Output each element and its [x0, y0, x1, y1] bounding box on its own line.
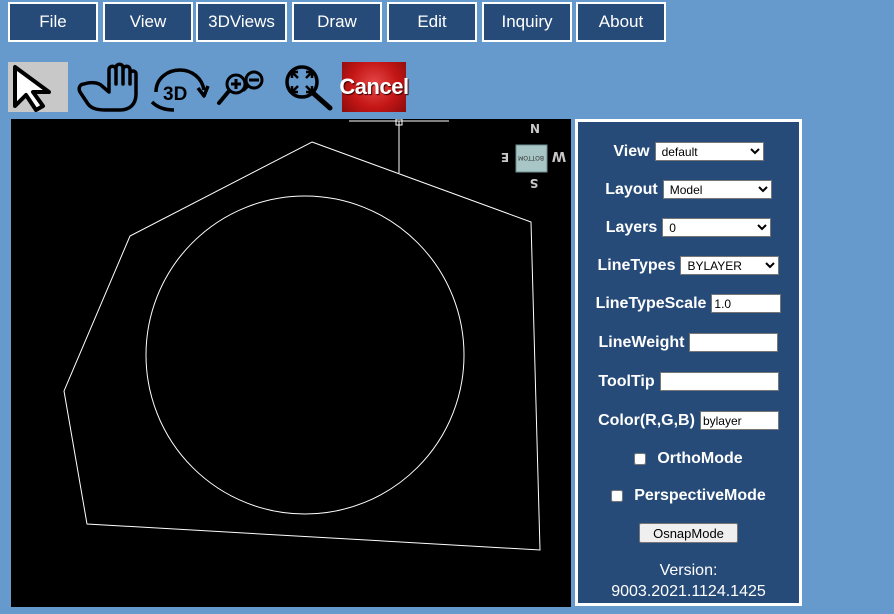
drawing-canvas[interactable]: N S E W BOTTOM: [11, 118, 571, 607]
linetypes-select[interactable]: BYLAYER: [680, 256, 780, 275]
circle-shape[interactable]: [145, 195, 465, 515]
menu-edit-button[interactable]: Edit: [387, 2, 477, 42]
viewcube-west-label: W: [552, 148, 566, 163]
viewcube-east-label: E: [501, 150, 509, 164]
layout-label: Layout: [605, 180, 658, 198]
orthomode-row: OrthoMode: [578, 450, 799, 468]
hand-icon: [77, 62, 138, 112]
select-tool-button[interactable]: [8, 62, 68, 112]
zoom-extents-icon: [285, 65, 333, 111]
linetypes-label: LineTypes: [597, 256, 676, 274]
menu-view-button[interactable]: View: [103, 2, 193, 42]
linetypescale-row: LineTypeScale: [578, 294, 799, 313]
drawing-viewport[interactable]: N S E W BOTTOM: [11, 118, 571, 607]
perspectivemode-checkbox[interactable]: [611, 490, 624, 502]
zoom-in-out-icon: [217, 70, 264, 105]
perspectivemode-row: PerspectiveMode: [578, 487, 799, 505]
perspectivemode-label: PerspectiveMode: [634, 487, 766, 504]
zoom-tool-button[interactable]: [214, 62, 272, 112]
viewcube-face-label: BOTTOM: [518, 154, 544, 161]
layers-select[interactable]: 0: [662, 218, 772, 237]
menu-file-button[interactable]: File: [8, 2, 98, 42]
color-input[interactable]: [699, 411, 779, 430]
menu-3dviews-button[interactable]: 3DViews: [196, 2, 287, 42]
layout-select[interactable]: Model: [662, 180, 772, 199]
tooltip-label: ToolTip: [598, 372, 655, 390]
layers-label: Layers: [605, 218, 658, 236]
color-label: Color(R,G,B): [598, 411, 695, 429]
layers-row: Layers 0: [578, 218, 799, 237]
menu-inquiry-button[interactable]: Inquiry: [482, 2, 572, 42]
3d-rotate-icon: 3D: [150, 68, 210, 112]
viewcube-north-label: N: [530, 121, 540, 135]
version-value: 9003.2021.1124.1425: [611, 583, 766, 600]
arrow-cursor-icon: [13, 65, 51, 112]
viewcube[interactable]: N S E W BOTTOM: [501, 121, 566, 190]
version-label: Version:: [659, 562, 718, 579]
linetypescale-input[interactable]: [711, 294, 782, 313]
polygon-shape[interactable]: [63, 141, 541, 551]
cancel-button[interactable]: Cancel: [339, 62, 409, 112]
linetypes-row: LineTypes BYLAYER: [578, 256, 799, 275]
tooltip-input[interactable]: [659, 372, 779, 391]
view-label: View: [613, 142, 650, 160]
menu-draw-button[interactable]: Draw: [292, 2, 382, 42]
viewcube-south-label: S: [530, 176, 539, 190]
svg-text:3D: 3D: [163, 84, 187, 105]
linetypescale-label: LineTypeScale: [595, 294, 707, 312]
properties-panel: View default Layout Model Layers 0 LineT…: [575, 119, 802, 606]
lineweight-input[interactable]: [689, 333, 779, 352]
zoom-extents-tool-button[interactable]: [278, 62, 338, 112]
lineweight-label: LineWeight: [598, 333, 685, 351]
lineweight-row: LineWeight: [578, 333, 799, 352]
orthomode-label: OrthoMode: [657, 450, 743, 467]
orthomode-checkbox[interactable]: [634, 453, 647, 465]
osnap-row: OsnapMode: [578, 523, 799, 543]
tooltip-row: ToolTip: [578, 372, 799, 391]
view-select[interactable]: default: [654, 142, 764, 161]
cancel-label: Cancel: [339, 74, 409, 99]
pan-tool-button[interactable]: [72, 62, 144, 112]
osnap-mode-button[interactable]: OsnapMode: [639, 523, 738, 543]
menu-about-button[interactable]: About: [576, 2, 666, 42]
orbit-3d-tool-button[interactable]: 3D: [146, 62, 210, 112]
layout-row: Layout Model: [578, 180, 799, 199]
view-row: View default: [578, 142, 799, 161]
color-row: Color(R,G,B): [578, 411, 799, 430]
